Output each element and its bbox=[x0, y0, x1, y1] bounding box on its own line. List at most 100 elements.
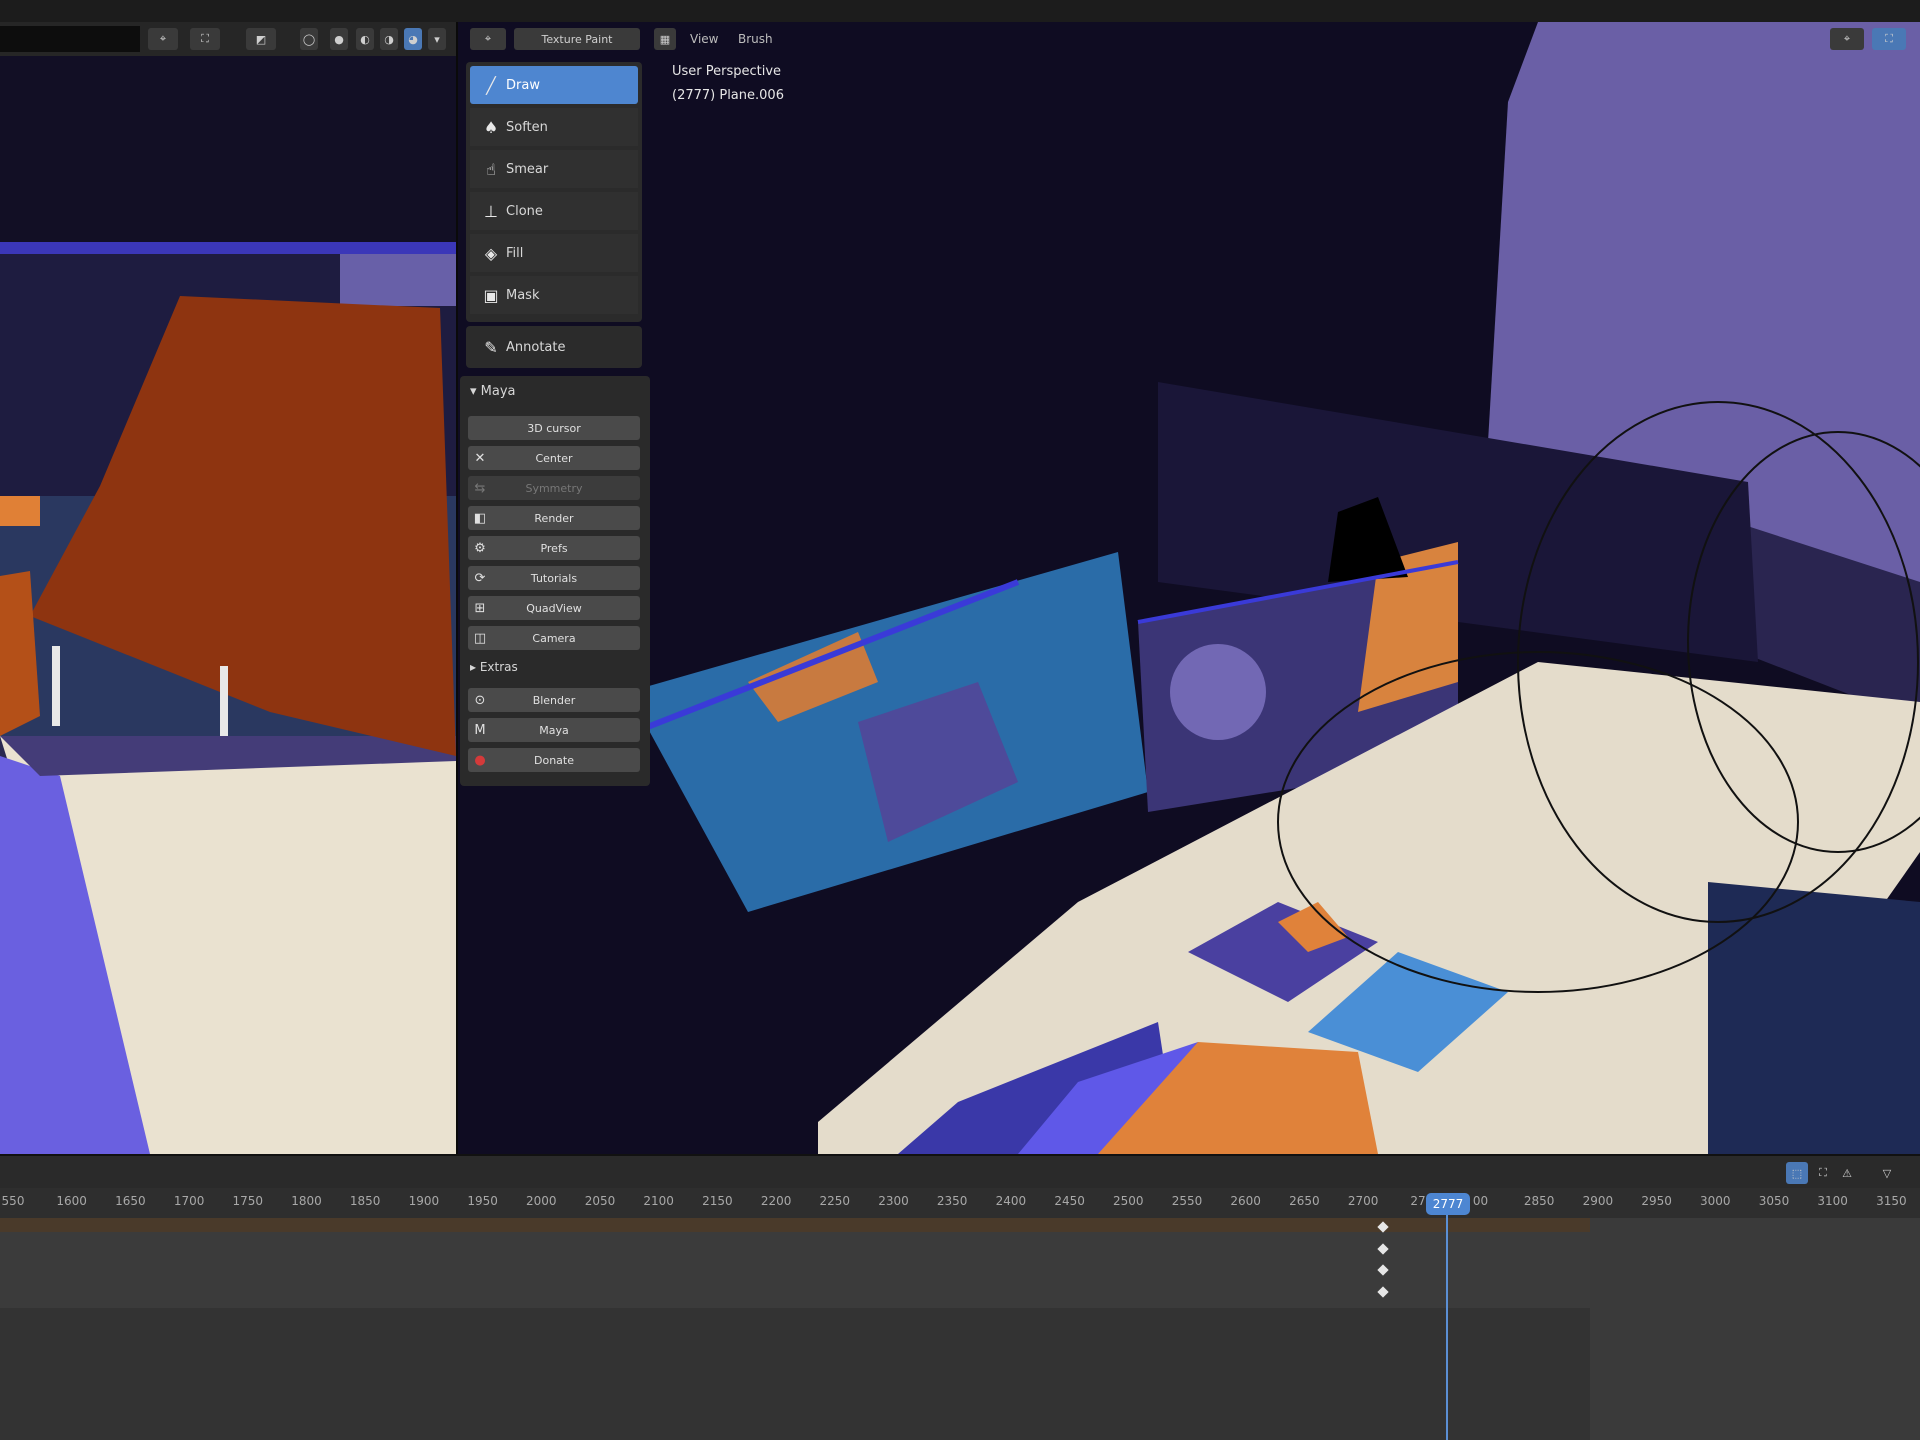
tool-mask[interactable]: ▣ Mask bbox=[470, 276, 638, 314]
maya-button-tutorials[interactable]: ⟳ Tutorials bbox=[468, 566, 640, 590]
filter-icon[interactable]: ▽ bbox=[1872, 1162, 1902, 1184]
timeline-tick-label: 3100 bbox=[1817, 1194, 1848, 1208]
timeline-tick-label: 2050 bbox=[584, 1194, 616, 1208]
shading-dropdown-icon[interactable]: ▾ bbox=[428, 28, 446, 50]
tool-mask-label: Mask bbox=[506, 287, 540, 303]
timeline-tick-label: 2500 bbox=[1113, 1194, 1144, 1208]
mode-selector[interactable]: Texture Paint bbox=[514, 28, 640, 50]
timeline-tick-label: 1850 bbox=[349, 1194, 381, 1208]
timeline-tick-label: 2400 bbox=[995, 1194, 1027, 1208]
render-icon: ◧ bbox=[473, 510, 487, 526]
wireframe-shading-icon[interactable]: ◯ bbox=[300, 28, 318, 50]
timeline-tick-label: 1900 bbox=[408, 1194, 440, 1208]
maya-button-label: Donate bbox=[534, 753, 574, 767]
maya-button-label: 3D cursor bbox=[527, 421, 581, 435]
right-viewport-scene bbox=[556, 22, 1920, 1154]
right-viewport-header: ⌖ Texture Paint ▦ View Brush ⌖ ⛶ bbox=[458, 22, 1920, 56]
snap-icon[interactable]: ⛶ bbox=[1812, 1162, 1834, 1184]
view-toggle-icon[interactable]: ▦ bbox=[654, 28, 676, 50]
maya-panel-header[interactable]: ▾ Maya bbox=[470, 384, 516, 399]
timeline-tick-label: 2700 bbox=[1347, 1194, 1379, 1208]
maya-button-blender[interactable]: ⊙ Blender bbox=[468, 688, 640, 712]
mode-icon[interactable]: ⌖ bbox=[470, 28, 506, 50]
tool-clone[interactable]: ⊥ Clone bbox=[470, 192, 638, 230]
soften-icon: ♠ bbox=[483, 117, 499, 137]
playhead-line[interactable] bbox=[1446, 1200, 1448, 1440]
tool-draw-label: Draw bbox=[506, 77, 540, 93]
timeline-tick-label: 2650 bbox=[1289, 1194, 1320, 1208]
timeline-tick-label: 3150 bbox=[1876, 1194, 1907, 1208]
timeline-tick-label: 2600 bbox=[1230, 1194, 1261, 1208]
maya-button-3d-cursor[interactable]: 3D cursor bbox=[468, 416, 640, 440]
extras-subpanel-header[interactable]: ▸ Extras bbox=[470, 660, 518, 674]
timeline-tick-label: 2300 bbox=[878, 1194, 909, 1208]
tool-fill[interactable]: ◈ Fill bbox=[470, 234, 638, 272]
timeline-tick-label: 3000 bbox=[1700, 1194, 1731, 1208]
timeline-tick-label: 1700 bbox=[173, 1194, 205, 1208]
maya-button-prefs[interactable]: ⚙ Prefs bbox=[468, 536, 640, 560]
maya-button-label: Maya bbox=[539, 723, 569, 737]
timeline-tick-label: 1750 bbox=[232, 1194, 264, 1208]
clone-stamp-icon: ⊥ bbox=[484, 201, 498, 221]
maya-button-donate[interactable]: ● Donate bbox=[468, 748, 640, 772]
menu-brush[interactable]: Brush bbox=[738, 28, 773, 50]
timeline-tick-label: 550 bbox=[1, 1194, 25, 1208]
timeline-tick-label: 2250 bbox=[819, 1194, 851, 1208]
mode-selector-label: Texture Paint bbox=[541, 32, 613, 46]
donate-heart-icon: ● bbox=[474, 752, 486, 768]
maya-button-maya[interactable]: M Maya bbox=[468, 718, 640, 742]
overlay-toggle-icon[interactable]: ⛶ bbox=[190, 28, 220, 50]
left-header-field[interactable] bbox=[0, 26, 140, 52]
extras-label: Extras bbox=[479, 660, 518, 674]
material-shading-icon[interactable]: ◐ bbox=[356, 28, 374, 50]
top-menu-bar bbox=[0, 0, 1920, 23]
maya-button-label: Symmetry bbox=[525, 481, 583, 495]
timeline-tick-label: 2450 bbox=[1054, 1194, 1085, 1208]
timeline-tick-label: 2900 bbox=[1582, 1194, 1614, 1208]
timeline-tick-label: 1600 bbox=[56, 1194, 87, 1208]
current-frame-value: 2777 bbox=[1432, 1197, 1464, 1211]
gizmo-toggle-icon[interactable]: ⌖ bbox=[148, 28, 178, 50]
maya-button-label: Camera bbox=[532, 631, 576, 645]
rendered-shading-icon[interactable]: ◕ bbox=[404, 28, 422, 50]
maya-button-label: QuadView bbox=[526, 601, 582, 615]
tool-smear[interactable]: ☝ Smear bbox=[470, 150, 638, 188]
timeline-tick-label: 2850 bbox=[1523, 1194, 1555, 1208]
maya-button-center[interactable]: ✕ Center bbox=[468, 446, 640, 470]
menu-view[interactable]: View bbox=[690, 28, 718, 50]
right-3d-viewport[interactable] bbox=[458, 22, 1920, 1154]
current-frame-indicator[interactable]: 2777 bbox=[1426, 1193, 1470, 1215]
left-viewport-header: ⌖ ⛶ ◩ ◯ ● ◐ ◑ ◕ ▾ bbox=[0, 22, 456, 56]
maya-button-label: Blender bbox=[532, 693, 576, 707]
tool-annotate[interactable]: ✎ Annotate bbox=[470, 328, 638, 366]
maya-button-label: Render bbox=[534, 511, 574, 525]
shading-icon[interactable]: ◑ bbox=[380, 28, 398, 50]
center-icon: ✕ bbox=[474, 450, 486, 466]
left-3d-viewport[interactable] bbox=[0, 56, 456, 1154]
quadview-icon: ⊞ bbox=[474, 600, 486, 616]
xray-toggle-icon[interactable]: ◩ bbox=[246, 28, 276, 50]
annotate-icon: ✎ bbox=[484, 337, 498, 357]
overlay-toggle-icon-right[interactable]: ⛶ bbox=[1872, 28, 1906, 50]
mask-icon: ▣ bbox=[483, 285, 499, 305]
timeline-tick-label: 1950 bbox=[467, 1194, 498, 1208]
maya-button-label: Tutorials bbox=[530, 571, 578, 585]
maya-button-camera[interactable]: ◫ Camera bbox=[468, 626, 640, 650]
maya-button-symmetry[interactable]: ⇆ Symmetry bbox=[468, 476, 640, 500]
draw-brush-icon: ╱ bbox=[486, 75, 496, 95]
select-mode-icon[interactable]: ⬚ bbox=[1786, 1162, 1808, 1184]
tool-annotate-label: Annotate bbox=[506, 339, 566, 355]
tool-soften[interactable]: ♠ Soften bbox=[470, 108, 638, 146]
maya-button-render[interactable]: ◧ Render bbox=[468, 506, 640, 530]
timeline-tick-label: 3050 bbox=[1758, 1194, 1790, 1208]
timeline-tick-label: 2150 bbox=[702, 1194, 733, 1208]
solid-shading-icon[interactable]: ● bbox=[330, 28, 348, 50]
timeline-tick-label: 2550 bbox=[1171, 1194, 1203, 1208]
timeline-tick-label: 2950 bbox=[1641, 1194, 1672, 1208]
tool-draw[interactable]: ╱ Draw bbox=[470, 66, 638, 104]
collapse-arrow-icon: ▾ bbox=[470, 384, 481, 399]
warning-icon[interactable]: ⚠ bbox=[1836, 1162, 1858, 1184]
maya-panel-title: Maya bbox=[480, 384, 516, 399]
maya-button-quadview[interactable]: ⊞ QuadView bbox=[468, 596, 640, 620]
gizmo-toggle-icon-right[interactable]: ⌖ bbox=[1830, 28, 1864, 50]
